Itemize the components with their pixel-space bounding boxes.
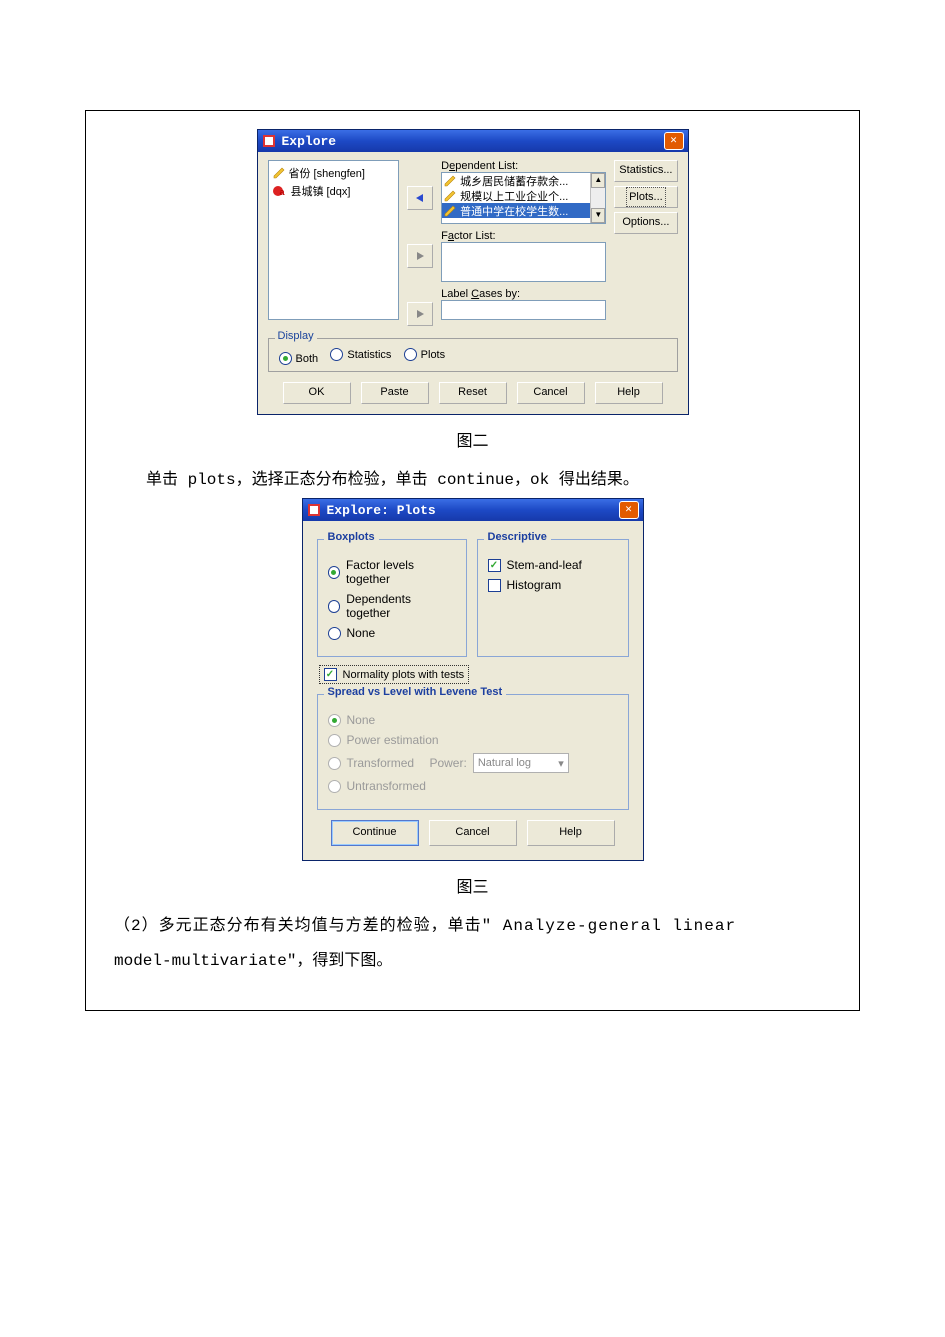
labelcases-input[interactable]: [441, 300, 606, 320]
app-icon: [307, 503, 321, 517]
reset-button[interactable]: Reset: [439, 382, 507, 404]
boxplots-dependents-radio[interactable]: Dependents together: [328, 592, 456, 620]
svl-untransformed-radio: Untransformed: [328, 779, 618, 793]
cancel-button[interactable]: Cancel: [517, 382, 585, 404]
boxplots-group-title: Boxplots: [324, 531, 379, 543]
svl-transformed-radio: Transformed Power: Natural log▾: [328, 753, 618, 773]
explore-title: Explore: [282, 134, 664, 149]
source-variables-list[interactable]: 省份 [shengfen] 县城镇 [dqx]: [268, 160, 400, 320]
ok-button[interactable]: OK: [283, 382, 351, 404]
document-frame: Explore ✕ 省份 [shengfen] 县城镇 [dqx]: [85, 110, 860, 1011]
boxplots-none-radio[interactable]: None: [328, 626, 456, 640]
chevron-down-icon: ▾: [558, 757, 564, 770]
list-item[interactable]: 普通中学在校学生数...: [442, 203, 590, 218]
plots-title: Explore: Plots: [327, 503, 619, 518]
move-to-dependent-button[interactable]: [407, 186, 433, 210]
scroll-down-icon[interactable]: ▼: [591, 208, 605, 223]
power-transform-select: Natural log▾: [473, 753, 569, 773]
display-statistics-radio[interactable]: Statistics: [330, 348, 391, 361]
arrow-right-icon: [413, 250, 427, 262]
normality-plots-checkbox[interactable]: ✓Normality plots with tests: [319, 665, 470, 684]
display-group: Display Both Statistics Plots: [268, 338, 678, 372]
options-button[interactable]: Options...: [614, 212, 677, 234]
list-item[interactable]: 省份 [shengfen]: [273, 165, 395, 181]
pencil-icon: [273, 167, 285, 179]
boxplots-group: Boxplots Factor levels together Dependen…: [317, 539, 467, 657]
close-icon[interactable]: ✕: [619, 501, 639, 519]
figure-caption-3: 图三: [86, 873, 859, 897]
nominal-icon: [273, 186, 283, 196]
close-icon[interactable]: ✕: [664, 132, 684, 150]
list-item-label: 县城镇 [dqx]: [291, 183, 351, 199]
spread-vs-level-group: Spread vs Level with Levene Test None Po…: [317, 694, 629, 810]
pencil-icon: [444, 205, 456, 217]
dependent-list[interactable]: 城乡居民储蓄存款余... 规模以上工业企业个... 普通中学在校学生数...: [441, 172, 606, 224]
histogram-checkbox[interactable]: Histogram: [488, 578, 618, 592]
help-button[interactable]: Help: [595, 382, 663, 404]
plots-button[interactable]: Plots...: [614, 186, 677, 208]
paragraph: （2）多元正态分布有关均值与方差的检验，单击" Analyze-general …: [86, 909, 859, 979]
arrow-right-icon: [413, 308, 427, 320]
explore-plots-dialog: Explore: Plots ✕ Boxplots Factor levels …: [302, 498, 644, 861]
list-item[interactable]: 城乡居民储蓄存款余...: [442, 173, 590, 188]
descriptive-group: Descriptive ✓Stem-and-leaf Histogram: [477, 539, 629, 657]
scrollbar[interactable]: ▲ ▼: [590, 173, 605, 223]
svl-power-radio: Power estimation: [328, 733, 618, 747]
paragraph: 单击 plots，选择正态分布检验，单击 continue，ok 得出结果。: [86, 463, 859, 498]
pencil-icon: [444, 175, 456, 187]
factor-list-label: Factor List:: [441, 230, 606, 242]
display-group-title: Display: [275, 330, 317, 342]
figure-caption-2: 图二: [86, 427, 859, 451]
descriptive-group-title: Descriptive: [484, 531, 551, 543]
display-both-radio[interactable]: Both: [279, 352, 319, 365]
explore-titlebar[interactable]: Explore ✕: [258, 130, 688, 152]
explore-dialog: Explore ✕ 省份 [shengfen] 县城镇 [dqx]: [257, 129, 689, 415]
display-plots-radio[interactable]: Plots: [404, 348, 445, 361]
move-to-factor-button[interactable]: [407, 244, 433, 268]
list-item[interactable]: 规模以上工业企业个...: [442, 188, 590, 203]
svl-group-title: Spread vs Level with Levene Test: [324, 686, 507, 698]
help-button[interactable]: Help: [527, 820, 615, 846]
list-item-label: 省份 [shengfen]: [289, 165, 365, 181]
labelcases-label: Label Cases by:: [441, 288, 606, 300]
app-icon: [262, 134, 276, 148]
continue-button[interactable]: Continue: [331, 820, 419, 846]
statistics-button[interactable]: Statistics...: [614, 160, 677, 182]
list-item[interactable]: 县城镇 [dqx]: [273, 183, 395, 199]
dependent-list-label: Dependent List:: [441, 160, 606, 172]
paste-button[interactable]: Paste: [361, 382, 429, 404]
cancel-button[interactable]: Cancel: [429, 820, 517, 846]
pencil-icon: [444, 190, 456, 202]
plots-titlebar[interactable]: Explore: Plots ✕: [303, 499, 643, 521]
scroll-up-icon[interactable]: ▲: [591, 173, 605, 188]
factor-list[interactable]: [441, 242, 606, 282]
move-to-labelcases-button[interactable]: [407, 302, 433, 326]
stem-and-leaf-checkbox[interactable]: ✓Stem-and-leaf: [488, 558, 618, 572]
boxplots-factor-radio[interactable]: Factor levels together: [328, 558, 456, 586]
arrow-left-icon: [413, 192, 427, 204]
svl-none-radio: None: [328, 713, 618, 727]
